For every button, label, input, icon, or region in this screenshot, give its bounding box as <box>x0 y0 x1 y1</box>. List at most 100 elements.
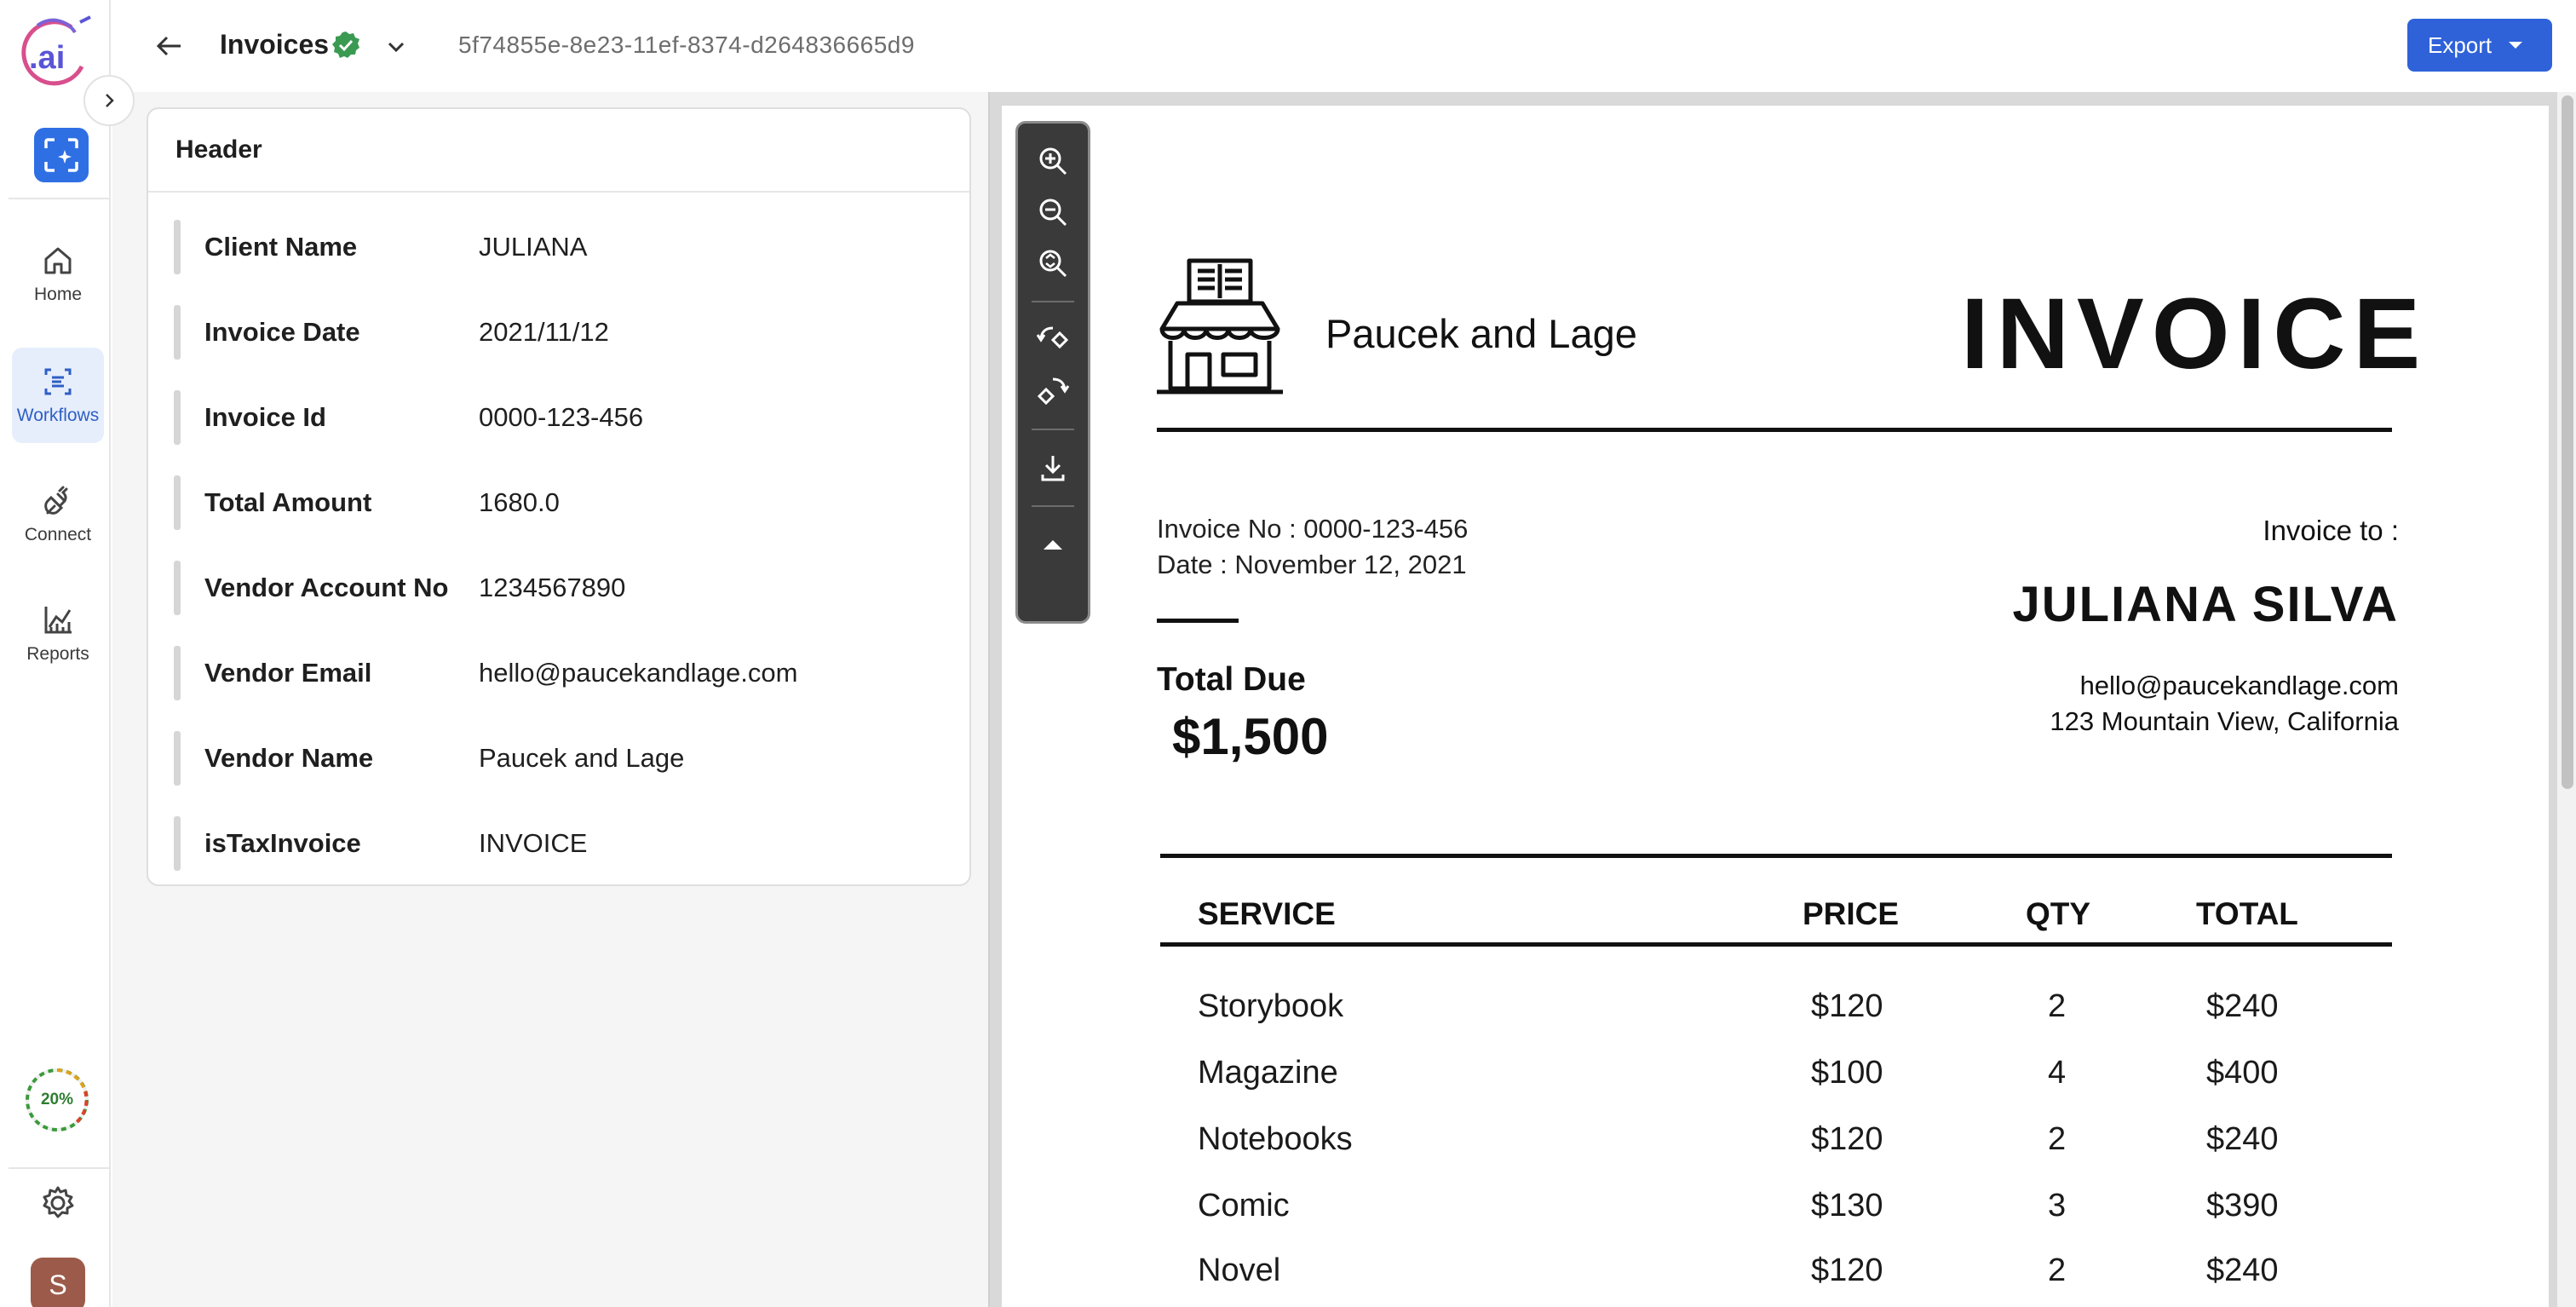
rail-divider <box>9 198 109 199</box>
nav-item-workflows[interactable]: Workflows <box>12 348 104 443</box>
row-qty: 2 <box>2048 988 2067 1024</box>
svg-text:.ai: .ai <box>29 40 65 76</box>
zoom-reset-button[interactable] <box>1027 238 1078 289</box>
chart-icon <box>44 607 72 634</box>
caret-up-icon <box>1044 540 1062 550</box>
field-row-is-tax-invoice[interactable]: isTaxInvoice INVOICE <box>174 816 940 871</box>
header-fields-card: Header Client Name JULIANA Invoice Date … <box>147 107 971 886</box>
document-id: 5f74855e-8e23-11ef-8374-d264836665d9 <box>458 32 915 58</box>
export-button[interactable]: Export <box>2407 19 2552 72</box>
field-name: Vendor Account No <box>204 573 449 602</box>
rotate-left-icon <box>1036 326 1069 349</box>
back-arrow-icon[interactable] <box>152 29 186 63</box>
zoom-reset-icon <box>1039 250 1067 278</box>
row-qty: 2 <box>2048 1121 2067 1157</box>
field-value[interactable]: 2021/11/12 <box>479 317 609 348</box>
field-value[interactable]: hello@paucekandlage.com <box>479 658 797 688</box>
chevron-right-icon <box>106 94 114 107</box>
rotate-right-button[interactable] <box>1027 366 1078 417</box>
invoice-title: INVOICE <box>1961 278 2429 390</box>
brand-logo[interactable]: .ai <box>12 15 95 90</box>
row-service: Magazine <box>1198 1055 1338 1091</box>
field-row-invoice-date[interactable]: Invoice Date 2021/11/12 <box>174 305 940 360</box>
client-address: 123 Mountain View, California <box>2050 706 2399 736</box>
download-button[interactable] <box>1027 442 1078 493</box>
field-value[interactable]: INVOICE <box>479 828 587 859</box>
nav-item-reports[interactable]: Reports <box>12 586 104 682</box>
rail-divider <box>9 1167 109 1169</box>
field-indicator <box>174 475 181 530</box>
field-row-vendor-email[interactable]: Vendor Email hello@paucekandlage.com <box>174 646 940 700</box>
field-indicator <box>174 220 181 274</box>
nav-item-label: Reports <box>26 644 89 664</box>
toolbar-separator <box>1032 505 1074 507</box>
row-total: $390 <box>2206 1188 2279 1224</box>
row-service: Storybook <box>1198 988 1344 1024</box>
field-row-invoice-id[interactable]: Invoice Id 0000-123-456 <box>174 390 940 445</box>
field-indicator <box>174 561 181 615</box>
field-value[interactable]: Paucek and Lage <box>479 743 684 774</box>
toolbar-separator <box>1032 429 1074 430</box>
row-total: $240 <box>2206 988 2279 1024</box>
plug-icon <box>44 486 68 515</box>
row-total: $240 <box>2206 1252 2279 1288</box>
zoom-out-button[interactable] <box>1027 187 1078 238</box>
table-top-rule <box>1160 854 2392 858</box>
user-avatar[interactable]: S <box>31 1258 85 1307</box>
scrollbar-thumb[interactable] <box>2562 95 2573 789</box>
field-value[interactable]: 0000-123-456 <box>479 402 643 433</box>
field-value[interactable]: JULIANA <box>479 232 587 262</box>
usage-progress[interactable]: 20% <box>22 1065 92 1135</box>
row-price: $120 <box>1811 988 1883 1024</box>
column-header-price: PRICE <box>1803 896 1900 931</box>
column-header-service: SERVICE <box>1198 896 1336 931</box>
field-row-vendor-account-no[interactable]: Vendor Account No 1234567890 <box>174 561 940 615</box>
top-bar: Invoices 5f74855e-8e23-11ef-8374-d264836… <box>112 0 2576 92</box>
section-title: Header <box>148 109 969 193</box>
field-indicator <box>174 646 181 700</box>
nav-item-connect[interactable]: Connect <box>12 467 104 562</box>
nav-item-home[interactable]: Home <box>12 227 104 322</box>
field-indicator <box>174 390 181 445</box>
field-name: Total Amount <box>204 487 372 517</box>
nav-rail: .ai Home Workflows Connect Reports 20% S <box>0 0 135 1307</box>
collapse-toolbar-button[interactable] <box>1027 519 1078 570</box>
zoom-in-icon <box>1039 147 1067 176</box>
rotate-left-button[interactable] <box>1027 314 1078 366</box>
viewer-scrollbar[interactable] <box>2557 92 2576 1307</box>
download-icon <box>1041 456 1065 481</box>
client-name: JULIANA SILVA <box>2012 577 2399 632</box>
zoom-in-button[interactable] <box>1027 135 1078 187</box>
ai-scan-button[interactable] <box>34 128 89 182</box>
field-value[interactable]: 1680.0 <box>479 487 560 518</box>
column-header-qty: QTY <box>2026 896 2091 931</box>
row-price: $130 <box>1811 1188 1883 1224</box>
row-service: Comic <box>1198 1188 1290 1224</box>
field-value[interactable]: 1234567890 <box>479 573 625 603</box>
home-icon <box>44 247 72 274</box>
header-rule <box>1157 428 2392 432</box>
row-service: Novel <box>1198 1252 1281 1288</box>
field-row-client-name[interactable]: Client Name JULIANA <box>174 220 940 274</box>
field-name: isTaxInvoice <box>204 828 361 858</box>
chevron-down-icon[interactable] <box>383 34 409 60</box>
verified-badge-icon <box>332 32 359 58</box>
export-label: Export <box>2428 32 2493 58</box>
vendor-name: Paucek and Lage <box>1325 311 1637 356</box>
field-indicator <box>174 731 181 786</box>
caret-down-icon <box>2509 42 2523 49</box>
expand-sidebar-button[interactable] <box>83 75 135 126</box>
field-row-total-amount[interactable]: Total Amount 1680.0 <box>174 475 940 530</box>
row-price: $100 <box>1811 1055 1883 1091</box>
field-row-vendor-name[interactable]: Vendor Name Paucek and Lage <box>174 731 940 786</box>
viewer-toolbar <box>1015 121 1090 624</box>
total-due-label: Total Due <box>1157 661 1306 698</box>
field-name: Vendor Email <box>204 658 372 688</box>
gear-icon[interactable] <box>39 1184 77 1222</box>
invoice-number: Invoice No : 0000-123-456 <box>1157 514 1469 544</box>
nav-item-label: Connect <box>24 525 92 544</box>
rotate-right-icon <box>1037 377 1070 406</box>
meta-rule <box>1157 619 1239 623</box>
workflows-icon <box>44 368 72 395</box>
field-name: Vendor Name <box>204 743 374 773</box>
